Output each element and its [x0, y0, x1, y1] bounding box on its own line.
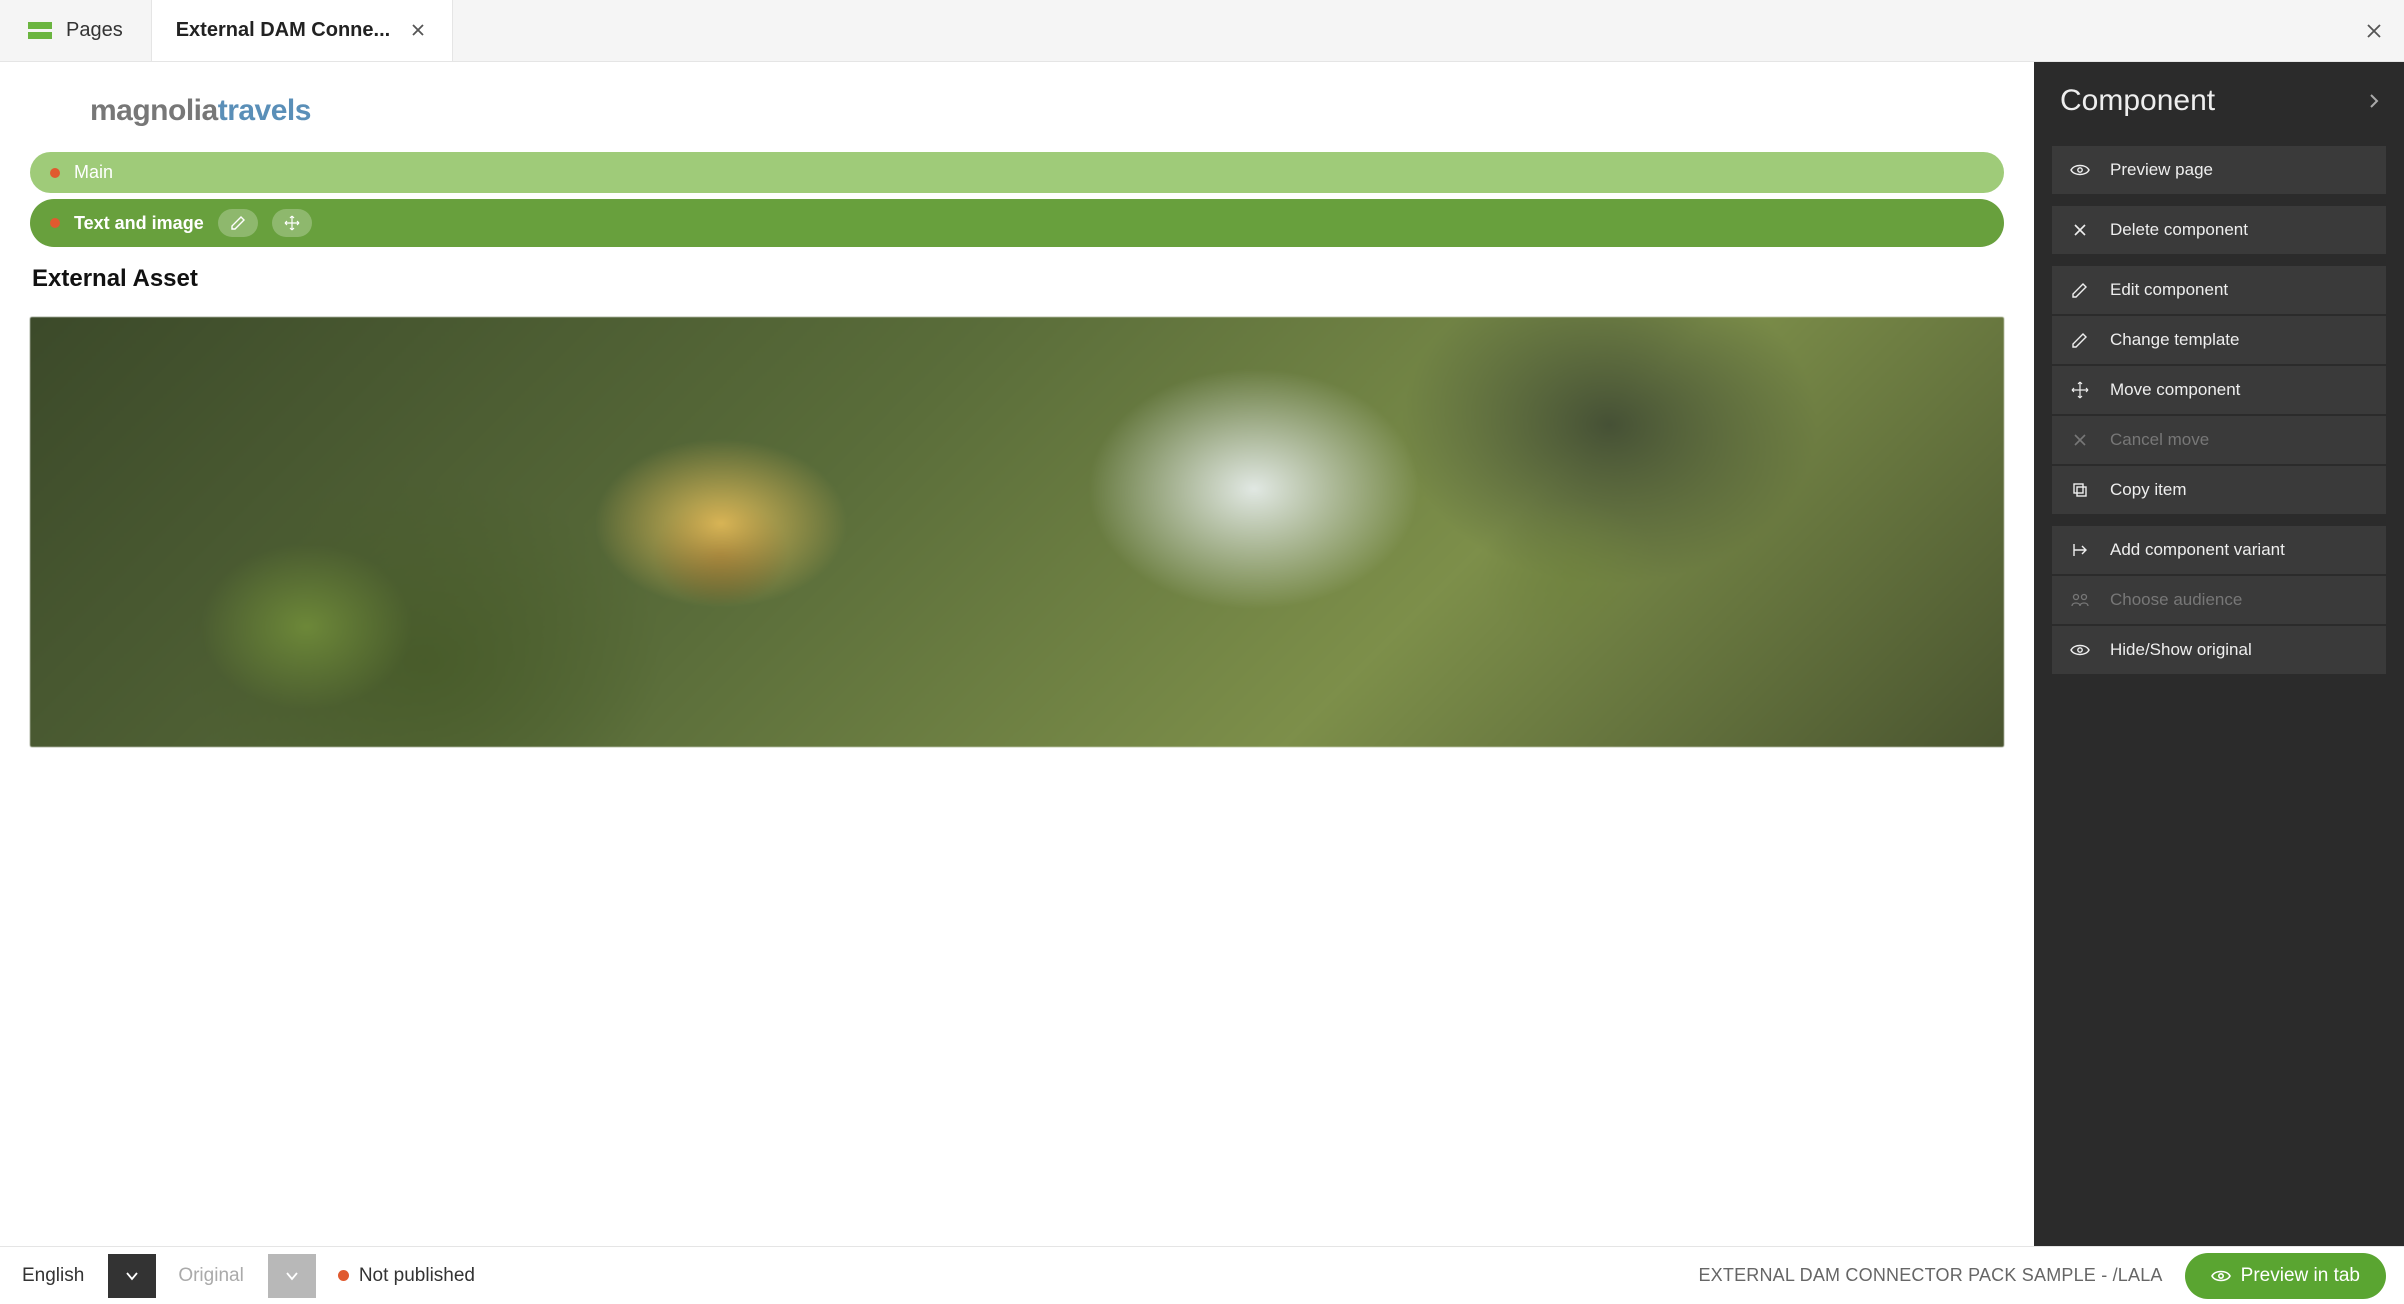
- preview-page-action[interactable]: Preview page: [2052, 146, 2386, 194]
- status-dot-icon: [50, 168, 60, 178]
- move-icon: [2070, 380, 2090, 400]
- move-component-icon[interactable]: [272, 209, 312, 237]
- action-label: Preview page: [2110, 160, 2213, 180]
- cancel-move-action: Cancel move: [2052, 416, 2386, 464]
- component-panel: Component Preview page: [2034, 62, 2404, 1246]
- pencil-icon: [2070, 330, 2090, 350]
- site-logo: magnoliatravels: [90, 94, 2004, 128]
- close-icon: [2070, 430, 2090, 450]
- status-bar: English Original Not published EXTERNAL …: [0, 1246, 2404, 1304]
- variant-value: Original: [178, 1265, 243, 1287]
- content-heading: External Asset: [32, 265, 2004, 293]
- audience-icon: [2070, 590, 2090, 610]
- area-bar-label: Main: [74, 162, 113, 183]
- eye-icon: [2070, 640, 2090, 660]
- pages-tab[interactable]: Pages: [0, 0, 151, 61]
- action-label: Copy item: [2110, 480, 2187, 500]
- action-label: Add component variant: [2110, 540, 2285, 560]
- close-icon: [2070, 220, 2090, 240]
- action-label: Edit component: [2110, 280, 2228, 300]
- action-label: Cancel move: [2110, 430, 2209, 450]
- publish-status: Not published: [338, 1265, 475, 1287]
- close-all-icon[interactable]: [2364, 21, 2384, 41]
- preview-in-tab-button[interactable]: Preview in tab: [2185, 1253, 2386, 1299]
- edit-component-icon[interactable]: [218, 209, 258, 237]
- pencil-icon: [2070, 280, 2090, 300]
- area-bar-main[interactable]: Main: [30, 152, 2004, 193]
- panel-chevron-icon[interactable]: [2368, 92, 2380, 110]
- close-tab-icon[interactable]: [410, 22, 428, 40]
- status-dot-icon: [338, 1270, 349, 1281]
- chevron-down-icon[interactable]: [108, 1254, 156, 1298]
- language-value: English: [22, 1265, 84, 1287]
- panel-header: Component: [2034, 62, 2404, 146]
- hide-show-original-action[interactable]: Hide/Show original: [2052, 626, 2386, 674]
- panel-title: Component: [2060, 84, 2215, 118]
- pages-icon: [28, 22, 52, 40]
- edit-component-action[interactable]: Edit component: [2052, 266, 2386, 314]
- variant-icon: [2070, 540, 2090, 560]
- eye-icon: [2070, 160, 2090, 180]
- component-bar-label: Text and image: [74, 213, 204, 234]
- move-component-action[interactable]: Move component: [2052, 366, 2386, 414]
- delete-component-action[interactable]: Delete component: [2052, 206, 2386, 254]
- page-path: EXTERNAL DAM CONNECTOR PACK SAMPLE - /la…: [1698, 1265, 2162, 1286]
- active-tab-label: External DAM Conne...: [176, 19, 390, 42]
- copy-icon: [2070, 480, 2090, 500]
- status-text: Not published: [359, 1265, 475, 1287]
- component-bar-text-image[interactable]: Text and image: [30, 199, 2004, 247]
- variant-select[interactable]: Original: [156, 1247, 315, 1304]
- add-variant-action[interactable]: Add component variant: [2052, 526, 2386, 574]
- choose-audience-action: Choose audience: [2052, 576, 2386, 624]
- action-label: Choose audience: [2110, 590, 2242, 610]
- action-label: Change template: [2110, 330, 2239, 350]
- active-tab[interactable]: External DAM Conne...: [151, 0, 453, 61]
- copy-item-action[interactable]: Copy item: [2052, 466, 2386, 514]
- language-select[interactable]: English: [0, 1247, 156, 1304]
- action-label: Delete component: [2110, 220, 2248, 240]
- preview-btn-label: Preview in tab: [2241, 1265, 2360, 1287]
- pages-tab-label: Pages: [66, 19, 123, 42]
- change-template-action[interactable]: Change template: [2052, 316, 2386, 364]
- action-label: Move component: [2110, 380, 2240, 400]
- action-label: Hide/Show original: [2110, 640, 2252, 660]
- page-canvas: magnoliatravels Main Text and image Exte…: [0, 62, 2034, 1246]
- tab-bar: Pages External DAM Conne...: [0, 0, 2404, 62]
- status-dot-icon: [50, 218, 60, 228]
- eye-icon: [2211, 1269, 2231, 1283]
- asset-image: [30, 317, 2004, 747]
- chevron-down-icon[interactable]: [268, 1254, 316, 1298]
